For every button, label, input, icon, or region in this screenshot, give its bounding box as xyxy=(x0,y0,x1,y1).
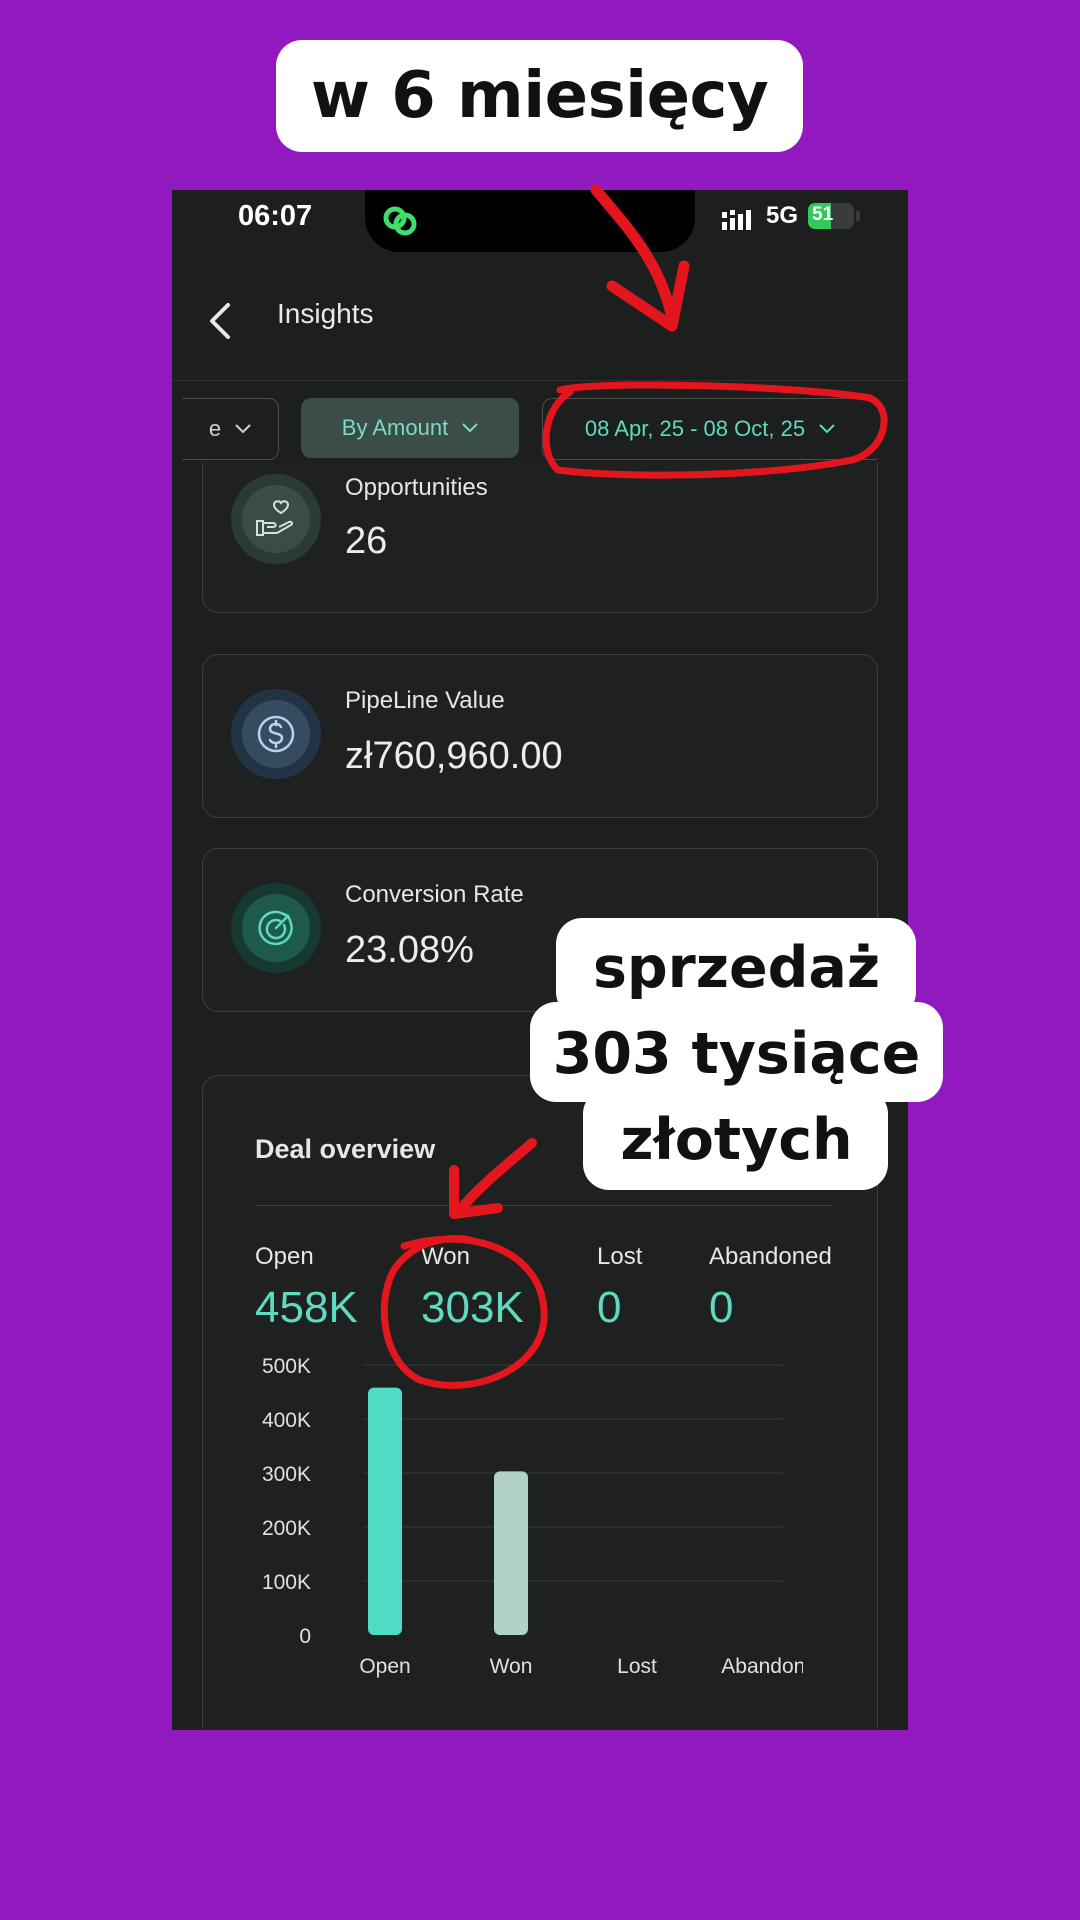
opportunities-icon-badge xyxy=(231,474,321,564)
y-tick-label: 200K xyxy=(262,1517,311,1540)
annotation-line-1: sprzedaż xyxy=(592,935,881,1001)
top-bar: Insights xyxy=(172,260,908,381)
stat-won-value: 303K xyxy=(421,1283,524,1332)
deal-overview-title: Deal overview xyxy=(255,1134,436,1164)
stat-lost-label: Lost xyxy=(597,1243,643,1270)
bar-open[interactable] xyxy=(368,1387,402,1635)
stat-lost-value: 0 xyxy=(597,1283,622,1332)
y-tick-label: 400K xyxy=(262,1409,311,1432)
opportunities-value: 26 xyxy=(345,520,388,562)
battery-icon: 51 xyxy=(808,203,854,229)
link-app-icon xyxy=(383,206,417,236)
filter-dropdown-amount[interactable]: By Amount xyxy=(301,398,519,458)
status-bar: 06:07 5G 51 xyxy=(172,190,908,260)
conversion-label: Conversion Rate xyxy=(345,881,524,908)
stat-abandoned-value: 0 xyxy=(709,1283,734,1332)
filter-type-label: e xyxy=(208,416,222,441)
status-time: 06:07 xyxy=(238,200,313,232)
conversion-value: 23.08% xyxy=(345,929,474,971)
annotation-text: sprzedaż 303 tysiące złotych xyxy=(530,925,943,1183)
stat-won-label: Won xyxy=(421,1243,470,1270)
y-tick-label: 0 xyxy=(299,1625,311,1648)
chevron-down-icon xyxy=(462,423,478,433)
x-tick-label: Lost xyxy=(617,1655,657,1678)
chevron-down-icon xyxy=(819,424,835,434)
y-tick-label: 300K xyxy=(262,1463,311,1486)
stat-open-label: Open xyxy=(255,1243,314,1270)
pipeline-value: zł760,960.00 xyxy=(345,735,563,777)
filter-date-range[interactable]: 08 Apr, 25 - 08 Oct, 25 xyxy=(542,398,877,460)
battery-level: 51 xyxy=(812,204,834,225)
target-icon xyxy=(258,910,293,946)
pipeline-label: PipeLine Value xyxy=(345,687,505,714)
x-tick-label: Open xyxy=(359,1655,410,1678)
deal-divider xyxy=(255,1205,833,1206)
pipeline-icon-badge xyxy=(231,689,321,779)
page-title: Insights xyxy=(277,298,374,329)
annotation-line-3: złotych xyxy=(620,1107,853,1173)
battery-tip xyxy=(856,211,860,221)
dynamic-island xyxy=(365,190,695,252)
x-tick-label: Won xyxy=(490,1655,533,1678)
chevron-down-icon xyxy=(235,424,251,434)
signal-icon xyxy=(722,210,751,230)
annotation-line-2: 303 tysiące xyxy=(552,1021,921,1087)
opportunities-label: Opportunities xyxy=(345,474,488,501)
headline-text: w 6 miesięcy xyxy=(310,59,769,133)
headline-banner: w 6 miesięcy xyxy=(276,40,803,152)
conversion-icon-badge xyxy=(231,883,321,973)
y-tick-label: 500K xyxy=(262,1355,311,1378)
deal-bar-chart: 0 100K 200K 300K 400K 500K Open Won Lost Abandone… xyxy=(262,1355,803,1678)
stat-abandoned-label: Abandoned xyxy=(709,1243,832,1270)
network-label: 5G xyxy=(766,202,799,229)
filter-amount-label: By Amount xyxy=(341,415,449,440)
filter-dropdown-type[interactable]: e xyxy=(182,398,279,460)
dollar-coin-icon xyxy=(257,715,295,753)
metric-card-opportunities[interactable]: Opportunities 26 xyxy=(202,462,878,613)
x-tick-label: Abandoned xyxy=(721,1655,803,1678)
back-arrow-icon[interactable] xyxy=(208,302,232,340)
hand-heart-icon xyxy=(256,500,294,536)
metric-card-pipeline-value[interactable]: PipeLine Value zł760,960.00 xyxy=(202,654,878,818)
filter-date-label: 08 Apr, 25 - 08 Oct, 25 xyxy=(584,416,806,441)
y-tick-label: 100K xyxy=(262,1571,311,1594)
stat-open-value: 458K xyxy=(255,1283,358,1332)
bar-won[interactable] xyxy=(494,1471,528,1635)
